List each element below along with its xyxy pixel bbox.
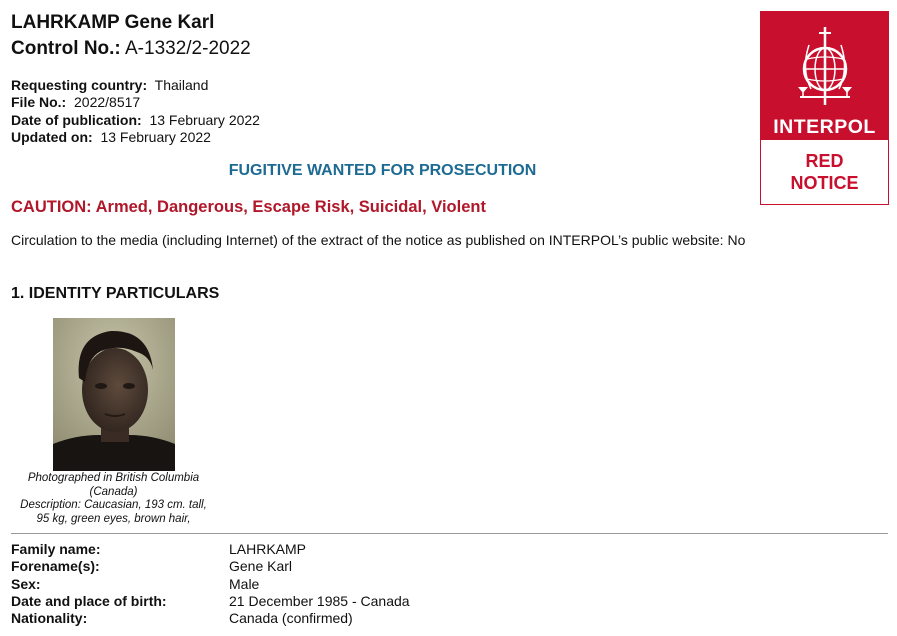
meta-value: 13 February 2022 xyxy=(100,129,211,145)
meta-updated-on: Updated on: 13 February 2022 xyxy=(11,129,211,145)
identity-label: Nationality: xyxy=(11,610,88,626)
interpol-emblem-icon xyxy=(798,27,852,105)
identity-value: 21 December 1985 - Canada xyxy=(229,593,410,609)
meta-label: Updated on: xyxy=(11,129,93,145)
control-value: A-1332/2-2022 xyxy=(125,38,251,59)
identity-value: Gene Karl xyxy=(229,558,293,574)
badge-notice-label: NOTICE xyxy=(790,173,859,193)
control-label: Control No.: xyxy=(11,38,121,59)
identity-value: Canada (confirmed) xyxy=(229,610,353,626)
control-number: Control No.: A-1332/2-2022 xyxy=(11,38,251,60)
caption-description-cont: 95 kg, green eyes, brown hair, xyxy=(36,512,191,525)
section-title: 1. IDENTITY PARTICULARS xyxy=(11,285,220,302)
identity-label: Date and place of birth: xyxy=(11,593,167,609)
identity-value: LAHRKAMP xyxy=(229,541,307,557)
badge-red-label: RED xyxy=(805,151,844,171)
badge-org-name: INTERPOL xyxy=(773,116,876,138)
meta-publication-date: Date of publication: 13 February 2022 xyxy=(11,112,260,128)
identity-label: Sex: xyxy=(11,576,41,592)
caution-line: CAUTION: Armed, Dangerous, Escape Risk, … xyxy=(11,198,486,216)
meta-file-no: File No.: 2022/8517 xyxy=(11,94,140,110)
meta-value: 13 February 2022 xyxy=(149,112,260,128)
caption-location: Photographed in British Columbia xyxy=(27,472,200,484)
caption-description: Description: Caucasian, 193 cm. tall, xyxy=(20,499,207,511)
meta-label: Date of publication: xyxy=(11,112,142,128)
identity-value: Male xyxy=(229,576,260,592)
badge-notice-box: RED NOTICE xyxy=(761,140,888,204)
identity-label: Family name: xyxy=(11,541,101,557)
meta-value: Thailand xyxy=(154,77,209,93)
divider xyxy=(11,533,888,534)
interpol-red-notice-badge: INTERPOL RED NOTICE xyxy=(760,11,889,205)
person-name: LAHRKAMP Gene Karl xyxy=(11,12,215,33)
notice-type-heading: FUGITIVE WANTED FOR PROSECUTION xyxy=(228,162,537,179)
caption-country: (Canada) xyxy=(89,485,138,498)
meta-label: Requesting country: xyxy=(11,77,148,93)
circulation-statement: Circulation to the media (including Inte… xyxy=(11,232,746,248)
meta-value: 2022/8517 xyxy=(74,94,141,110)
meta-requesting-country: Requesting country: Thailand xyxy=(11,77,208,93)
meta-label: File No.: xyxy=(11,94,67,110)
identity-label: Forename(s): xyxy=(11,558,100,574)
subject-photo xyxy=(53,318,175,471)
photo-caption: Photographed in British Columbia (Canada… xyxy=(11,472,216,526)
